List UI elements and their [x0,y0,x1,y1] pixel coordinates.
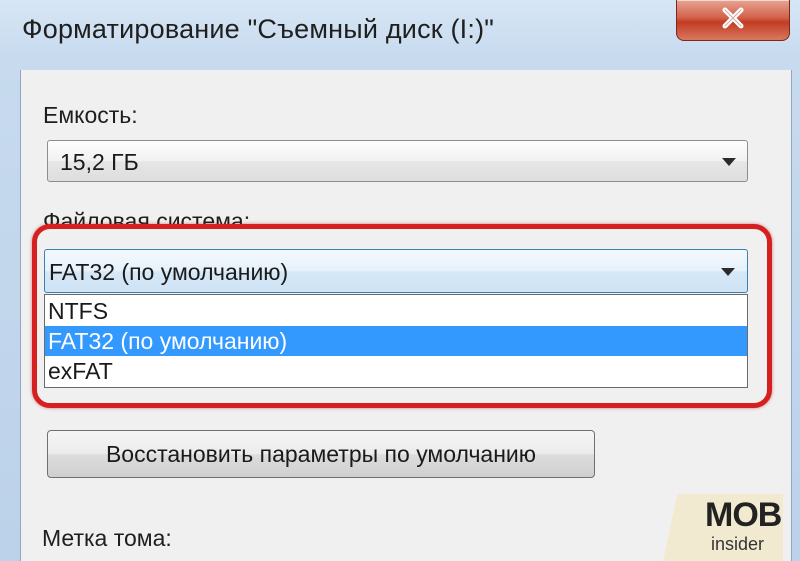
close-icon [722,7,744,29]
window-title: Форматирование "Съемный диск (I:)" [22,14,495,44]
file-system-dropdown-list: NTFS FAT32 (по умолчанию) exFAT [44,294,748,388]
format-dialog: Форматирование "Съемный диск (I:)" Емкос… [0,0,800,561]
volume-label-label: Метка тома: [42,525,172,551]
capacity-label: Емкость: [43,102,138,128]
capacity-value: 15,2 ГБ [60,149,139,175]
restore-defaults-button[interactable]: Восстановить параметры по умолчанию [47,430,595,478]
logo-main-text: MOBI [705,496,790,534]
chevron-down-icon [721,268,735,276]
file-system-select[interactable]: FAT32 (по умолчанию) [44,249,748,293]
list-item-ntfs[interactable]: NTFS [45,296,747,326]
logo-sub-text: insider [711,534,765,554]
file-system-value: FAT32 (по умолчанию) [49,259,289,285]
chevron-down-icon [722,158,736,166]
list-item-fat32[interactable]: FAT32 (по умолчанию) [45,326,747,356]
title-bar[interactable]: Форматирование "Съемный диск (I:)" [0,0,800,70]
close-button[interactable] [676,0,790,41]
capacity-select[interactable]: 15,2 ГБ [47,140,748,182]
list-item-exfat[interactable]: exFAT [45,356,747,386]
mobi-insider-logo: MOBI insider [663,494,783,561]
